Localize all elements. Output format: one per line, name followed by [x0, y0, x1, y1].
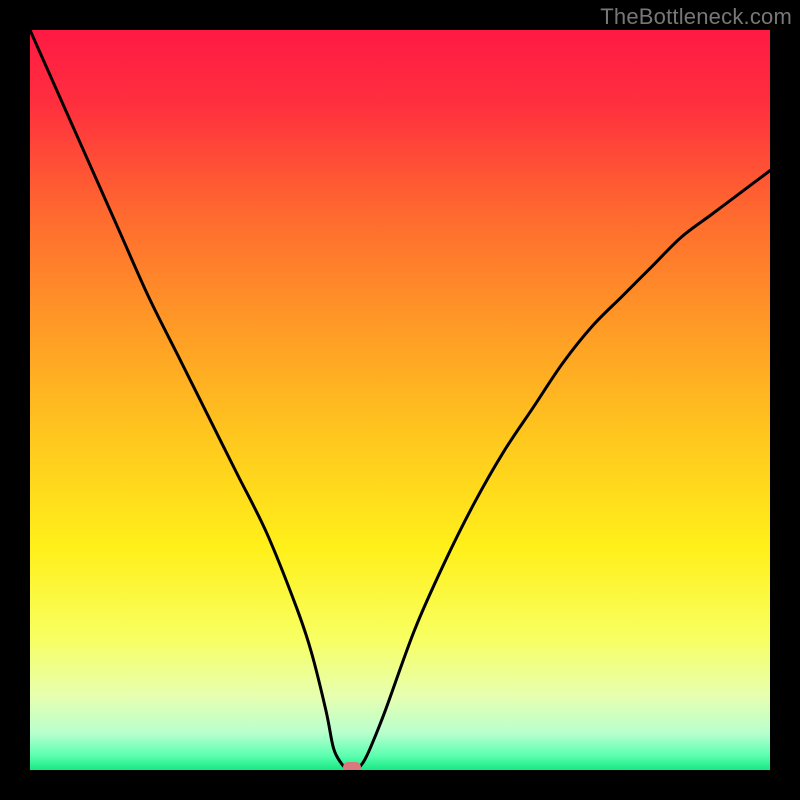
bottleneck-curve — [30, 30, 770, 770]
plot-area — [30, 30, 770, 770]
optimal-point-marker — [343, 762, 361, 770]
watermark-text: TheBottleneck.com — [600, 4, 792, 30]
chart-frame: TheBottleneck.com — [0, 0, 800, 800]
